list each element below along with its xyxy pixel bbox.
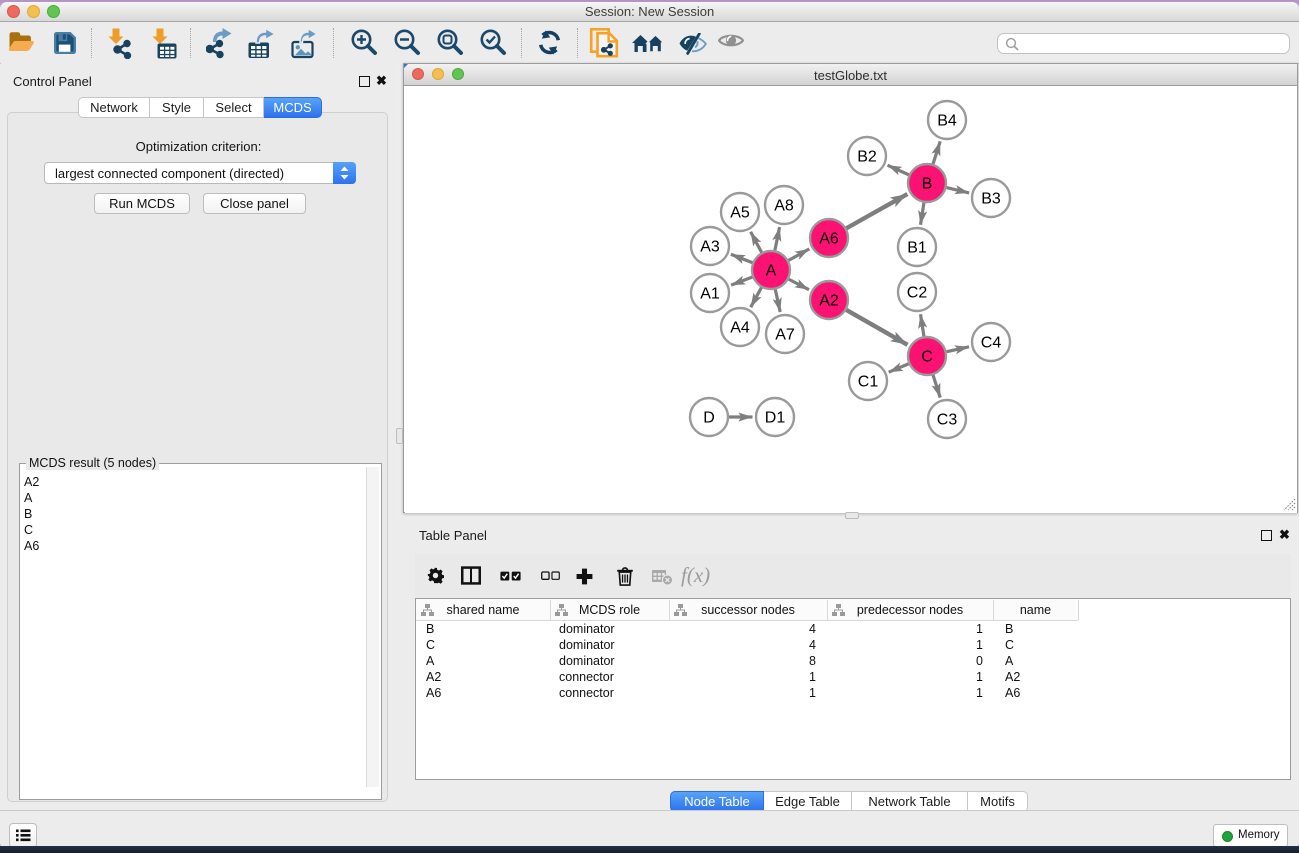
svg-text:A2: A2 — [819, 293, 839, 310]
svg-text:C1: C1 — [858, 374, 879, 391]
svg-text:A6: A6 — [819, 231, 839, 248]
svg-text:B1: B1 — [907, 240, 927, 257]
svg-text:A: A — [766, 263, 777, 280]
svg-text:C: C — [921, 349, 933, 366]
svg-text:A7: A7 — [775, 327, 795, 344]
svg-text:B2: B2 — [857, 149, 877, 166]
svg-text:A4: A4 — [730, 320, 750, 337]
svg-text:B3: B3 — [981, 191, 1001, 208]
svg-text:C2: C2 — [907, 285, 928, 302]
svg-text:B4: B4 — [937, 113, 957, 130]
svg-text:C3: C3 — [937, 412, 958, 429]
svg-text:D: D — [703, 410, 715, 427]
svg-text:A3: A3 — [700, 239, 720, 256]
svg-text:D1: D1 — [765, 410, 786, 427]
svg-text:A1: A1 — [700, 286, 720, 303]
svg-text:A8: A8 — [774, 198, 794, 215]
svg-text:A5: A5 — [730, 205, 750, 222]
svg-text:B: B — [922, 176, 933, 193]
svg-text:C4: C4 — [981, 335, 1002, 352]
